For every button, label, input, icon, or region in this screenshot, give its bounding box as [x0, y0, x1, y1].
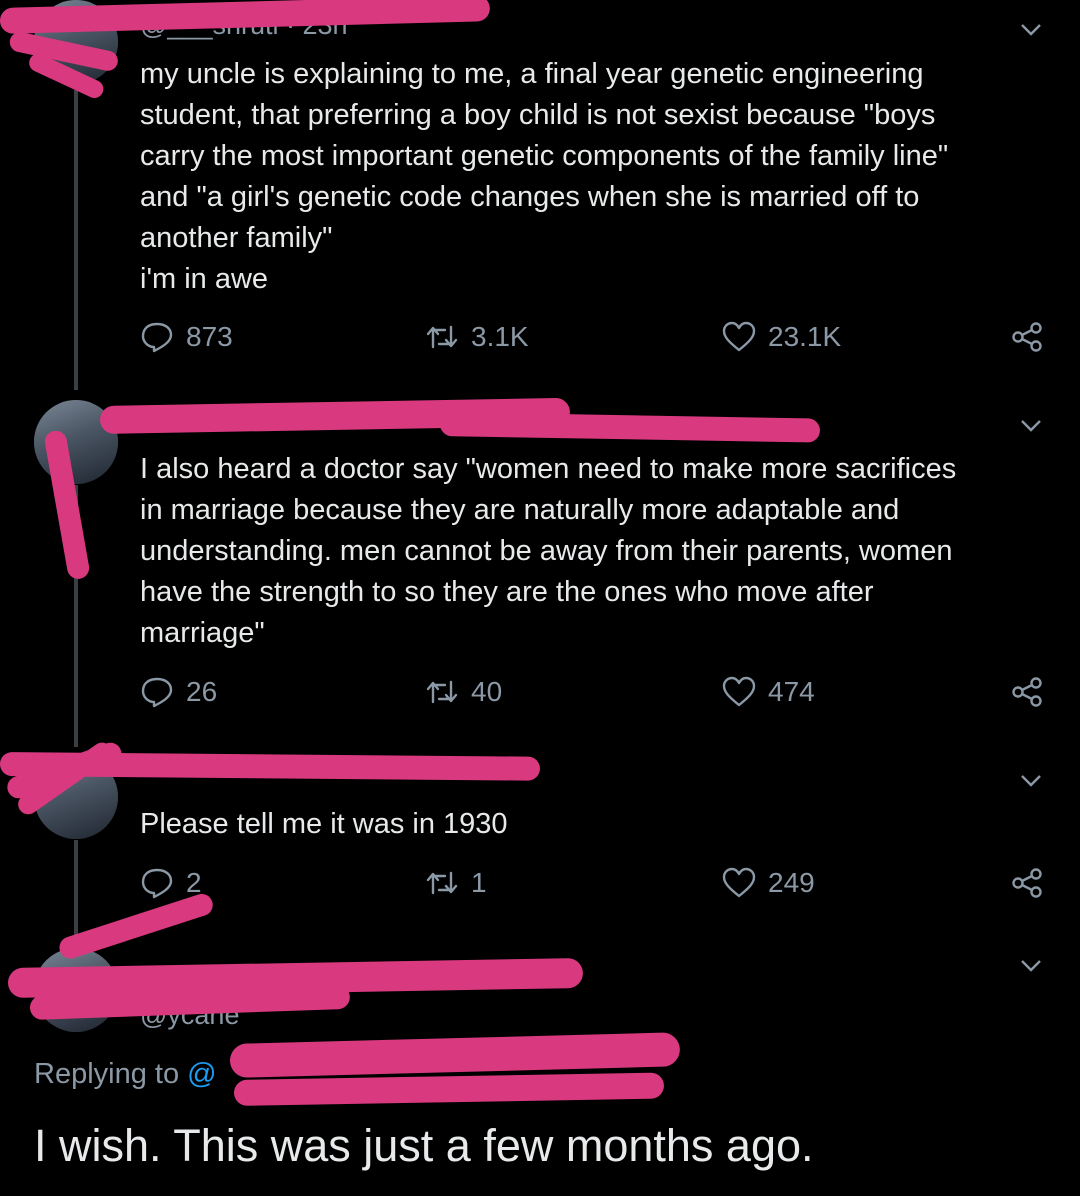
share-button[interactable]: [1010, 320, 1044, 354]
share-icon: [1012, 322, 1042, 352]
chevron-down-icon[interactable]: [1018, 16, 1044, 42]
retweet-icon: [426, 680, 458, 704]
replying-to-mention[interactable]: @: [187, 1058, 216, 1090]
replying-to: Replying to @: [34, 1058, 217, 1091]
retweet-button[interactable]: 1: [425, 866, 487, 900]
tweet-actions: 2 1 249: [140, 866, 1060, 906]
like-button[interactable]: 23.1K: [722, 320, 841, 354]
share-icon: [1012, 868, 1042, 898]
retweet-button[interactable]: 3.1K: [425, 320, 529, 354]
share-button[interactable]: [1010, 675, 1044, 709]
reply-button[interactable]: 873: [140, 320, 233, 354]
like-count: 474: [768, 676, 815, 707]
tweet-text: my uncle is explaining to me, a final ye…: [140, 58, 949, 295]
tweet-text: I also heard a doctor say "women need to…: [140, 453, 957, 649]
retweet-count: 3.1K: [471, 321, 529, 352]
like-button[interactable]: 249: [722, 866, 815, 900]
tweet[interactable]: Please tell me it was in 1930 2 1 249: [0, 755, 1080, 925]
like-icon: [722, 867, 756, 898]
reply-button[interactable]: 26: [140, 675, 217, 709]
tweet[interactable]: @___shruti · 23h my uncle is explaining …: [0, 0, 1080, 380]
tweet-text: Please tell me it was in 1930: [140, 808, 508, 840]
retweet-count: 40: [471, 676, 503, 707]
chevron-down-icon[interactable]: [1018, 952, 1044, 978]
reply-icon: [141, 677, 173, 708]
chevron-down-icon[interactable]: [1018, 767, 1044, 793]
tweet-actions: 26 40 474: [140, 675, 1060, 715]
tweet[interactable]: I also heard a doctor say "women need to…: [0, 400, 1080, 740]
like-count: 23.1K: [768, 321, 842, 352]
retweet-count: 1: [471, 867, 487, 898]
like-count: 249: [768, 867, 815, 898]
retweet-button[interactable]: 40: [425, 675, 502, 709]
replying-to-label: Replying to: [34, 1058, 188, 1090]
retweet-icon: [426, 325, 458, 349]
like-button[interactable]: 474: [722, 675, 815, 709]
reply-count: 873: [186, 321, 233, 352]
share-icon: [1012, 677, 1042, 707]
share-button[interactable]: [1010, 866, 1044, 900]
focused-tweet-text: I wish. This was just a few months ago.: [34, 1120, 814, 1171]
reply-count: 26: [186, 676, 218, 707]
like-icon: [722, 676, 756, 707]
like-icon: [722, 321, 756, 352]
reply-button[interactable]: 2: [140, 866, 202, 900]
reply-icon: [141, 868, 173, 899]
tweet-actions: 873 3.1K 23.1K: [140, 320, 1060, 360]
retweet-icon: [426, 871, 458, 895]
reply-icon: [141, 322, 173, 353]
chevron-down-icon[interactable]: [1018, 412, 1044, 438]
